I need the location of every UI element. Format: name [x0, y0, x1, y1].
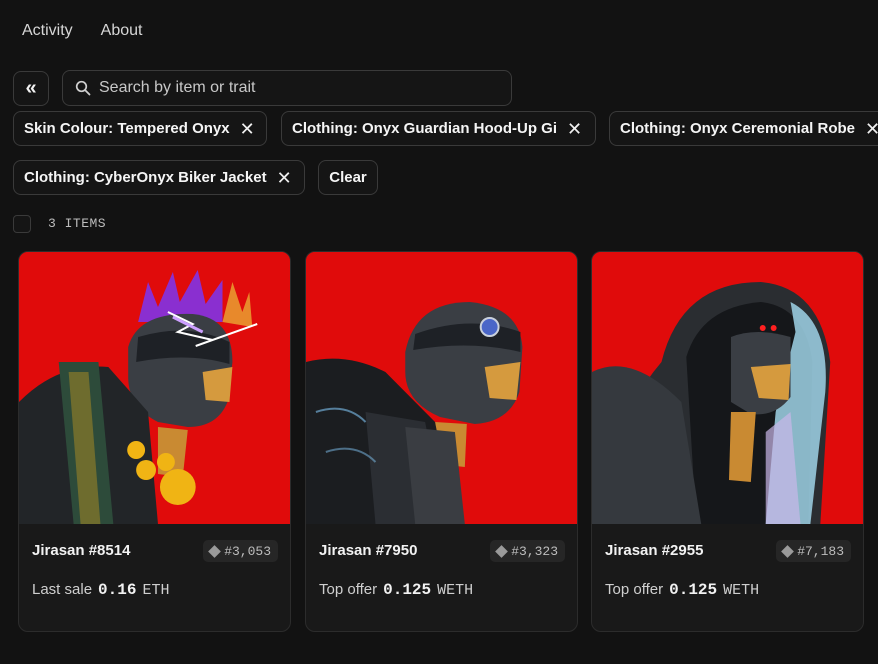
price-currency: ETH: [142, 582, 170, 599]
clear-filters-button[interactable]: Clear: [318, 160, 378, 195]
nft-card[interactable]: Jirasan #8514 #3,053 Last sale 0.16 ETH: [18, 251, 291, 632]
filter-chip-clothing-biker-jacket[interactable]: Clothing: CyberOnyx Biker Jacket ✕: [13, 160, 305, 195]
nft-name: Jirasan #7950: [319, 542, 418, 559]
price-label: Top offer: [319, 581, 378, 598]
nft-name: Jirasan #2955: [605, 542, 704, 559]
price-row: Top offer 0.125 WETH: [319, 581, 473, 599]
close-icon[interactable]: ✕: [240, 120, 255, 138]
diamond-icon: [781, 544, 795, 558]
price-label: Top offer: [605, 581, 664, 598]
close-icon[interactable]: ✕: [277, 169, 292, 187]
price-currency: WETH: [723, 582, 760, 599]
filter-chip-clothing-hood-up-gi[interactable]: Clothing: Onyx Guardian Hood-Up Gi ✕: [281, 111, 596, 146]
rarity-rank-badge: #3,053: [203, 540, 278, 562]
filter-chip-skin-colour[interactable]: Skin Colour: Tempered Onyx ✕: [13, 111, 267, 146]
search-input[interactable]: [99, 79, 511, 97]
clear-filters-label: Clear: [329, 169, 367, 186]
rarity-rank-badge: #7,183: [776, 540, 851, 562]
price-amount: 0.16: [98, 581, 137, 599]
item-count: 3 ITEMS: [48, 216, 107, 231]
nft-card[interactable]: Jirasan #7950 #3,323 Top offer 0.125 WET…: [305, 251, 578, 632]
double-chevron-left-icon: «: [25, 77, 37, 99]
nft-name: Jirasan #8514: [32, 542, 131, 559]
filter-chip-clothing-ceremonial-robe[interactable]: Clothing: Onyx Ceremonial Robe ✕: [609, 111, 878, 146]
rarity-rank: #3,053: [224, 543, 271, 559]
price-label: Last sale: [32, 581, 93, 598]
rarity-rank: #3,323: [511, 543, 558, 559]
price-currency: WETH: [437, 582, 474, 599]
search-icon: [75, 80, 91, 96]
filter-chip-label: Clothing: CyberOnyx Biker Jacket: [24, 169, 267, 186]
nft-image: [19, 252, 290, 524]
nft-image: [592, 252, 863, 524]
diamond-icon: [208, 544, 222, 558]
rarity-rank: #7,183: [797, 543, 844, 559]
nft-card[interactable]: Jirasan #2955 #7,183 Top offer 0.125 WET…: [591, 251, 864, 632]
filter-chip-label: Clothing: Onyx Ceremonial Robe: [620, 120, 856, 137]
filter-chip-label: Clothing: Onyx Guardian Hood-Up Gi: [292, 120, 557, 137]
nav-activity-link[interactable]: Activity: [22, 22, 73, 40]
price-amount: 0.125: [383, 581, 432, 599]
search-bar[interactable]: [62, 70, 512, 106]
nav-about-link[interactable]: About: [101, 22, 143, 40]
filter-chip-label: Skin Colour: Tempered Onyx: [24, 120, 230, 137]
rarity-rank-badge: #3,323: [490, 540, 565, 562]
close-icon[interactable]: ✕: [865, 120, 878, 138]
price-row: Last sale 0.16 ETH: [32, 581, 169, 599]
top-nav: Activity About: [22, 22, 142, 40]
price-row: Top offer 0.125 WETH: [605, 581, 759, 599]
price-amount: 0.125: [669, 581, 718, 599]
collapse-filters-button[interactable]: «: [13, 71, 49, 106]
select-all-checkbox[interactable]: [13, 215, 31, 233]
diamond-icon: [495, 544, 509, 558]
close-icon[interactable]: ✕: [567, 120, 582, 138]
nft-image: [306, 252, 577, 524]
